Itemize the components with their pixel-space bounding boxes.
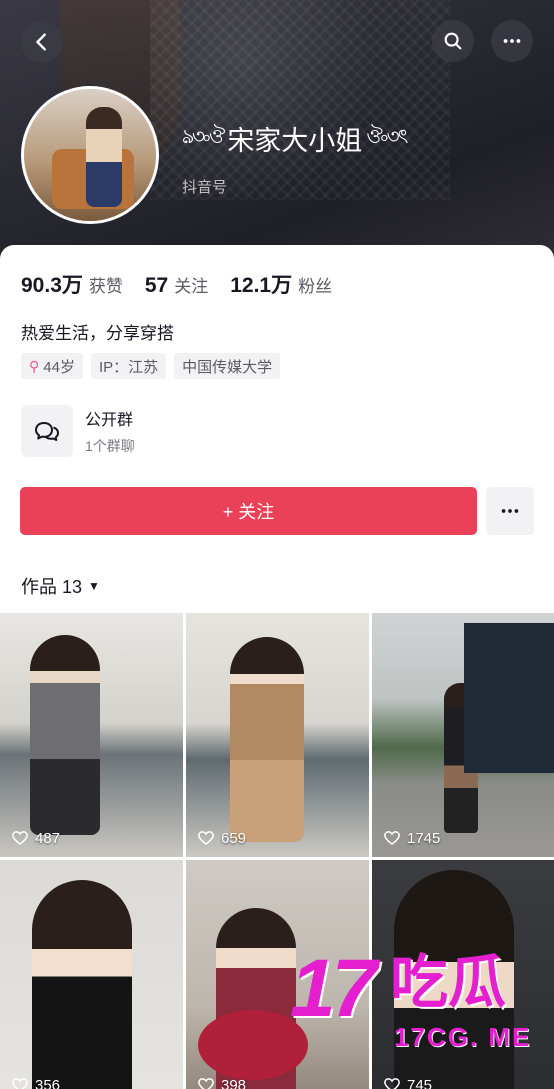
tag-ip: IP：江苏 [90,353,167,379]
more-actions-button[interactable] [486,487,534,535]
heart-icon [12,1078,28,1089]
more-dots-icon [501,509,519,513]
works-label: 作品 13 [21,577,83,597]
header-background-lace [150,0,450,200]
stat-value: 12.1万 [230,274,293,297]
stat-likes[interactable]: 90.3万 获赞 [21,269,123,299]
watermark-url: 17CG. ME [394,1022,532,1052]
stat-label: 获赞 [88,277,123,296]
avatar[interactable] [21,86,159,224]
stat-followers[interactable]: 12.1万 粉丝 [230,269,332,299]
profile-tags: ⚲ 44岁 IP：江苏 中国传媒大学 [21,353,281,379]
more-dots-icon [503,39,521,43]
tag-age: ⚲ 44岁 [21,353,83,379]
tag-school[interactable]: 中国传媒大学 [174,353,281,379]
like-count: 1745 [383,829,440,847]
video-tile[interactable]: 356 [0,860,183,1089]
like-count-value: 1745 [407,829,441,847]
group-subtitle: 1个群聊 [85,438,135,454]
like-count-value: 398 [221,1076,247,1089]
site-watermark: 17 吃瓜 17CG. ME [290,944,540,1074]
group-text: 公开群 1个群聊 [85,406,135,456]
caret-down-icon: ▼ [88,579,100,593]
follow-button[interactable]: + 关注 [20,487,477,535]
back-button[interactable] [21,21,63,63]
like-count-value: 487 [35,829,61,847]
tag-age-label: 44岁 [43,358,75,376]
watermark-chars: 吃瓜 [390,950,507,1015]
search-icon [444,32,462,50]
video-tile[interactable]: 487 [0,613,183,857]
name-ornament-left: ঌ৩৹ঔ [182,125,225,148]
like-count: 398 [197,1076,246,1089]
public-group-entry[interactable]: 公开群 1个群聊 [21,405,135,457]
tag-school-label: 中国传媒大学 [182,358,273,376]
video-tile[interactable]: 659 [186,613,369,857]
douyin-id-label[interactable]: 抖音号 [182,176,227,197]
tag-ip-label: IP：江苏 [98,358,159,376]
heart-icon [198,831,214,845]
like-count: 659 [197,829,246,847]
like-count: 745 [383,1076,432,1089]
heart-icon [384,831,400,845]
works-tab[interactable]: 作品 13 ▼ [21,573,100,599]
stat-value: 57 [144,274,169,297]
heart-icon [384,1078,400,1089]
stat-label: 粉丝 [298,277,333,296]
profile-name-row: ঌ৩৹ঔ 宋家大小姐 ঔ৹৩ৎ [182,118,408,158]
profile-bio: 热爱生活，分享穿搭 [21,324,174,343]
back-arrow-icon [36,33,46,51]
stat-label: 关注 [174,277,209,296]
name-ornament-right: ঔ৹৩ৎ [366,125,408,148]
like-count: 487 [11,829,60,847]
more-options-button[interactable] [491,20,533,62]
like-count-value: 659 [221,829,247,847]
like-count-value: 356 [35,1076,61,1089]
group-title: 公开群 [85,412,134,429]
like-count: 356 [11,1076,60,1089]
profile-header: ঌ৩৹ঔ 宋家大小姐 ঔ৹৩ৎ 抖音号 [0,0,554,265]
profile-name: 宋家大小姐 [227,125,363,156]
heart-icon [12,831,28,845]
group-chat-icon [21,405,73,457]
stat-following[interactable]: 57 关注 [145,272,208,298]
profile-stats: 90.3万 获赞 57 关注 12.1万 粉丝 [21,269,332,299]
video-tile[interactable]: 1745 [372,613,554,857]
heart-icon [198,1078,214,1089]
watermark-digits: 17 [290,943,377,1034]
like-count-value: 745 [407,1076,433,1089]
search-button[interactable] [432,20,474,62]
stat-value: 90.3万 [21,274,83,297]
follow-label: + 关注 [222,502,275,522]
female-icon: ⚲ [29,357,40,374]
